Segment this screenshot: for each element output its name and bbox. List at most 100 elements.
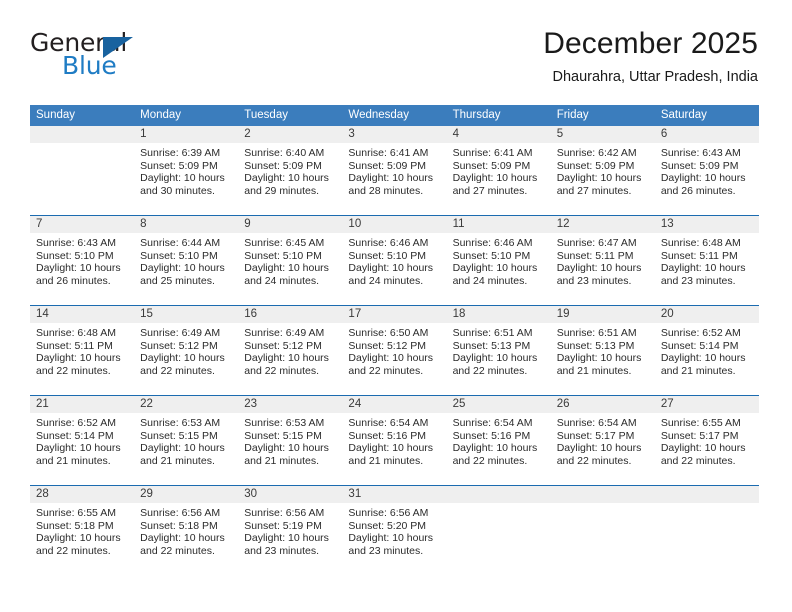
day-number	[550, 486, 655, 503]
sunrise-text: Sunrise: 6:56 AM	[244, 507, 325, 519]
calendar-day-cell[interactable]: 12 Sunrise: 6:47 AM Sunset: 5:11 PM Dayligh…	[550, 216, 655, 305]
calendar-week-row: 1 Sunrise: 6:39 AM Sunset: 5:09 PM Daylight…	[30, 126, 759, 215]
weekday-header-monday: Monday	[140, 109, 182, 121]
calendar-day-cell[interactable]: 10 Sunrise: 6:46 AM Sunset: 5:10 PM Dayligh…	[342, 216, 447, 305]
day-details: Sunrise: 6:51 AM Sunset: 5:13 PM Daylight:…	[551, 323, 655, 377]
day-number: 2	[238, 126, 343, 143]
sunset-text: Sunset: 5:16 PM	[452, 429, 531, 442]
page-title: December 2025	[543, 27, 758, 60]
calendar-day-cell[interactable]: 24 Sunrise: 6:54 AM Sunset: 5:16 PM Dayligh…	[342, 396, 447, 485]
calendar-day-cell[interactable]: 20 Sunrise: 6:52 AM Sunset: 5:14 PM Dayligh…	[654, 306, 759, 395]
weekday-header-sunday: Sunday	[36, 109, 76, 121]
day-number: 3	[342, 126, 447, 143]
sunset-text: Sunset: 5:13 PM	[556, 339, 635, 352]
title-block: December 2025 Dhaurahra, Uttar Pradesh, …	[543, 26, 758, 88]
page-header: General Blue December 2025 Dhaurahra, Ut…	[30, 26, 758, 98]
calendar-week-row: 28 Sunrise: 6:55 AM Sunset: 5:18 PM Dayligh…	[30, 485, 759, 575]
calendar-day-cell[interactable]: 13 Sunrise: 6:48 AM Sunset: 5:11 PM Dayligh…	[654, 216, 759, 305]
sunrise-text: Sunrise: 6:46 AM	[348, 237, 429, 249]
calendar-day-cell[interactable]: 4 Sunrise: 6:41 AM Sunset: 5:09 PM Daylight…	[446, 126, 551, 215]
daylight-text: Daylight: 10 hours and 22 minutes.	[348, 352, 434, 377]
weekday-header-row: Sunday Monday Tuesday Wednesday Thursday Frid…	[30, 105, 759, 126]
calendar-day-cell[interactable]: 22 Sunrise: 6:53 AM Sunset: 5:15 PM Dayligh…	[134, 396, 239, 485]
calendar-day-cell[interactable]: 11 Sunrise: 6:46 AM Sunset: 5:10 PM Dayligh…	[446, 216, 551, 305]
day-number: 12	[550, 216, 655, 233]
calendar-day-cell[interactable]: 7 Sunrise: 6:43 AM Sunset: 5:10 PM Daylight…	[30, 216, 135, 305]
day-number: 23	[238, 396, 343, 413]
day-number	[654, 486, 759, 503]
calendar-day-cell[interactable]: 28 Sunrise: 6:55 AM Sunset: 5:18 PM Dayligh…	[30, 486, 135, 575]
day-details: Sunrise: 6:56 AM Sunset: 5:20 PM Daylight:…	[342, 503, 446, 557]
day-details: Sunrise: 6:43 AM Sunset: 5:10 PM Daylight:…	[30, 233, 134, 287]
day-number	[30, 126, 135, 143]
sunset-text: Sunset: 5:09 PM	[452, 159, 531, 172]
sunrise-text: Sunrise: 6:51 AM	[556, 327, 637, 339]
sunset-text: Sunset: 5:18 PM	[140, 519, 218, 532]
weekday-header-wednesday: Wednesday	[348, 109, 409, 121]
day-number: 26	[550, 396, 655, 413]
day-details: Sunrise: 6:40 AM Sunset: 5:09 PM Daylight:…	[238, 143, 342, 197]
day-details: Sunrise: 6:53 AM Sunset: 5:15 PM Daylight:…	[134, 413, 238, 467]
calendar-weeks: 1 Sunrise: 6:39 AM Sunset: 5:09 PM Daylight…	[30, 126, 759, 575]
calendar-day-cell[interactable]: 30 Sunrise: 6:56 AM Sunset: 5:19 PM Dayligh…	[238, 486, 343, 575]
logo-text-blue: Blue	[62, 51, 117, 80]
calendar-day-cell[interactable]: 6 Sunrise: 6:43 AM Sunset: 5:09 PM Daylight…	[654, 126, 759, 215]
calendar-day-cell[interactable]: 17 Sunrise: 6:50 AM Sunset: 5:12 PM Dayligh…	[342, 306, 447, 395]
sunset-text: Sunset: 5:11 PM	[660, 249, 738, 262]
day-number: 25	[446, 396, 551, 413]
day-number: 11	[446, 216, 551, 233]
sunrise-text: Sunrise: 6:49 AM	[140, 327, 221, 339]
day-details: Sunrise: 6:50 AM Sunset: 5:12 PM Daylight:…	[342, 323, 446, 377]
calendar-day-cell[interactable]: 26 Sunrise: 6:54 AM Sunset: 5:17 PM Dayligh…	[550, 396, 655, 485]
sunset-text: Sunset: 5:09 PM	[660, 159, 739, 172]
day-number: 31	[342, 486, 447, 503]
day-details: Sunrise: 6:46 AM Sunset: 5:10 PM Daylight:…	[447, 233, 551, 287]
daylight-text: Daylight: 10 hours and 22 minutes.	[452, 442, 538, 467]
day-number: 20	[654, 306, 759, 323]
sunset-text: Sunset: 5:09 PM	[140, 159, 218, 172]
calendar-day-cell[interactable]: 14 Sunrise: 6:48 AM Sunset: 5:11 PM Dayligh…	[30, 306, 135, 395]
day-details: Sunrise: 6:55 AM Sunset: 5:18 PM Daylight:…	[30, 503, 134, 557]
weekday-header-thursday: Thursday	[452, 109, 501, 121]
calendar-day-cell[interactable]: 18 Sunrise: 6:51 AM Sunset: 5:13 PM Dayligh…	[446, 306, 551, 395]
sunset-text: Sunset: 5:09 PM	[556, 159, 635, 172]
calendar-day-cell[interactable]: 21 Sunrise: 6:52 AM Sunset: 5:14 PM Dayligh…	[30, 396, 135, 485]
day-number	[446, 486, 551, 503]
daylight-text: Daylight: 10 hours and 27 minutes.	[556, 172, 642, 197]
calendar-day-cell[interactable]: 16 Sunrise: 6:49 AM Sunset: 5:12 PM Dayligh…	[238, 306, 343, 395]
calendar-day-cell[interactable]: 1 Sunrise: 6:39 AM Sunset: 5:09 PM Daylight…	[134, 126, 239, 215]
daylight-text: Daylight: 10 hours and 21 minutes.	[556, 352, 642, 377]
calendar-day-cell[interactable]: 8 Sunrise: 6:44 AM Sunset: 5:10 PM Daylight…	[134, 216, 239, 305]
sunrise-text: Sunrise: 6:55 AM	[36, 507, 116, 519]
calendar-day-cell[interactable]: 5 Sunrise: 6:42 AM Sunset: 5:09 PM Daylight…	[550, 126, 655, 215]
calendar-day-cell[interactable]: 29 Sunrise: 6:56 AM Sunset: 5:18 PM Dayligh…	[134, 486, 239, 575]
day-details: Sunrise: 6:44 AM Sunset: 5:10 PM Daylight:…	[134, 233, 238, 287]
day-details: Sunrise: 6:48 AM Sunset: 5:11 PM Daylight:…	[655, 233, 759, 287]
calendar-day-cell[interactable]: 3 Sunrise: 6:41 AM Sunset: 5:09 PM Daylight…	[342, 126, 447, 215]
sunrise-text: Sunrise: 6:39 AM	[140, 147, 221, 159]
sunrise-text: Sunrise: 6:44 AM	[140, 237, 221, 249]
general-blue-logo[interactable]: General Blue	[30, 26, 210, 86]
sunset-text: Sunset: 5:09 PM	[244, 159, 322, 172]
calendar-day-cell[interactable]: 27 Sunrise: 6:55 AM Sunset: 5:17 PM Dayligh…	[654, 396, 759, 485]
day-number: 28	[30, 486, 135, 503]
calendar-day-cell[interactable]: 2 Sunrise: 6:40 AM Sunset: 5:09 PM Daylight…	[238, 126, 343, 215]
daylight-text: Daylight: 10 hours and 27 minutes.	[452, 172, 538, 197]
calendar-day-cell[interactable]: 19 Sunrise: 6:51 AM Sunset: 5:13 PM Dayligh…	[550, 306, 655, 395]
sunset-text: Sunset: 5:11 PM	[556, 249, 634, 262]
sunset-text: Sunset: 5:10 PM	[452, 249, 531, 262]
daylight-text: Daylight: 10 hours and 24 minutes.	[244, 262, 329, 287]
sunset-text: Sunset: 5:10 PM	[348, 249, 427, 262]
calendar-day-cell[interactable]: 23 Sunrise: 6:53 AM Sunset: 5:15 PM Dayligh…	[238, 396, 343, 485]
calendar-day-cell[interactable]: 25 Sunrise: 6:54 AM Sunset: 5:16 PM Dayligh…	[446, 396, 551, 485]
day-number: 7	[30, 216, 135, 233]
calendar-day-cell[interactable]: 9 Sunrise: 6:45 AM Sunset: 5:10 PM Daylight…	[238, 216, 343, 305]
day-number: 4	[446, 126, 551, 143]
sunrise-text: Sunrise: 6:56 AM	[348, 507, 429, 519]
day-number: 9	[238, 216, 343, 233]
sunrise-text: Sunrise: 6:53 AM	[140, 417, 221, 429]
day-details: Sunrise: 6:56 AM Sunset: 5:18 PM Daylight:…	[134, 503, 238, 557]
sunrise-text: Sunrise: 6:54 AM	[348, 417, 429, 429]
calendar-day-cell[interactable]: 15 Sunrise: 6:49 AM Sunset: 5:12 PM Dayligh…	[134, 306, 239, 395]
calendar-day-cell[interactable]: 31 Sunrise: 6:56 AM Sunset: 5:20 PM Dayligh…	[342, 486, 447, 575]
